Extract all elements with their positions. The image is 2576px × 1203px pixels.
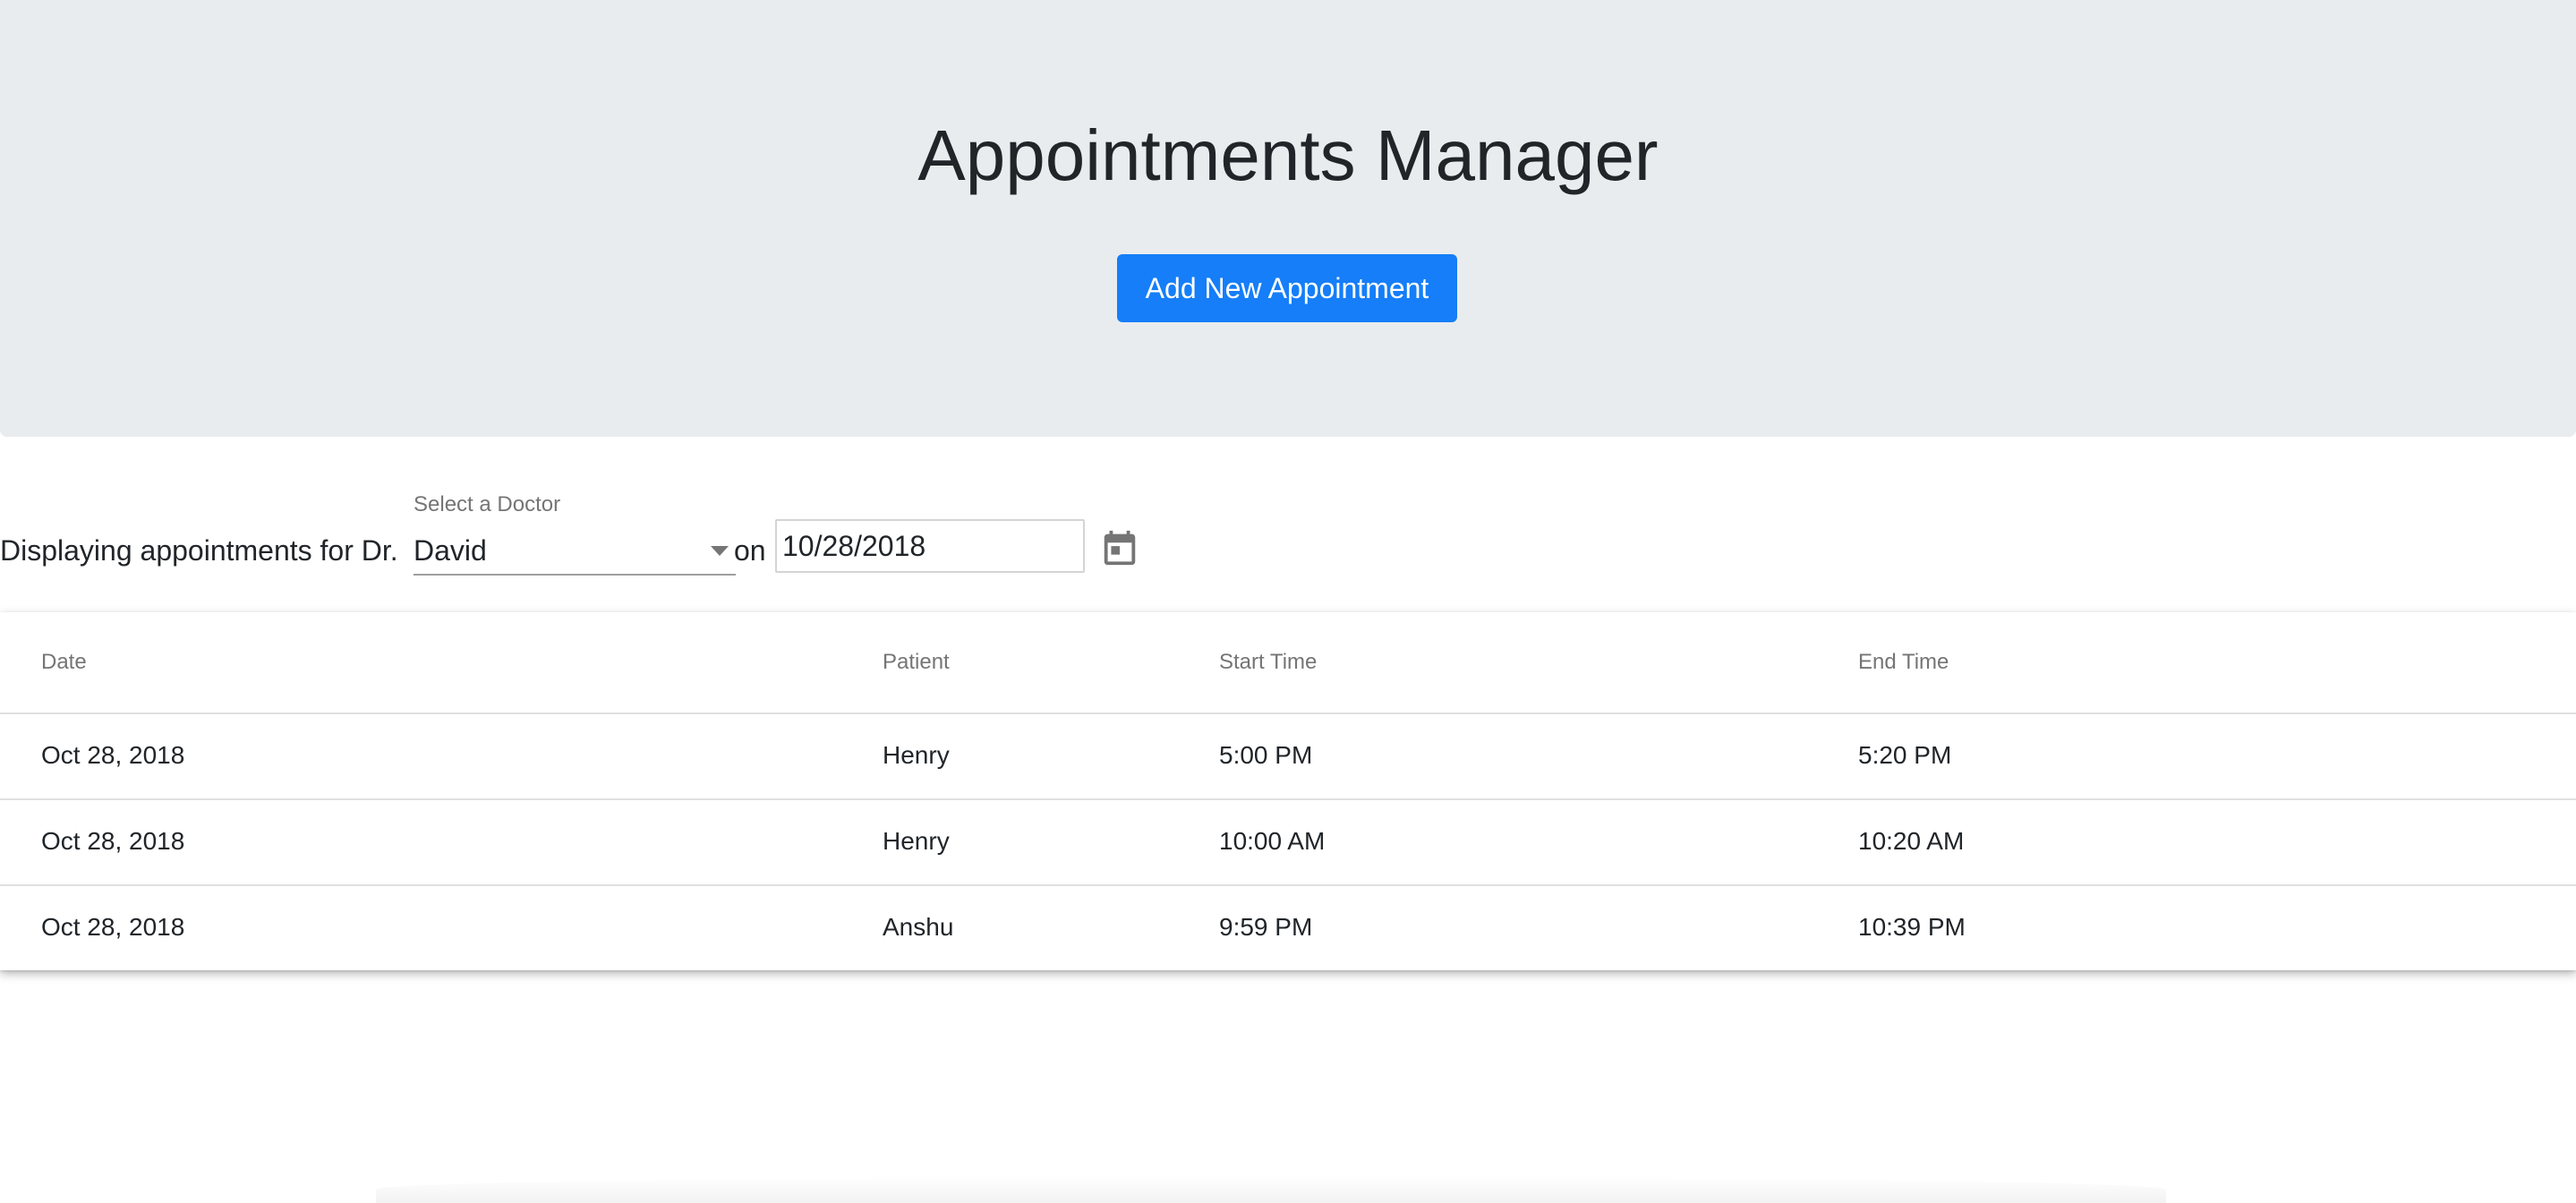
filter-prefix-text: Displaying appointments for Dr.: [0, 534, 398, 567]
cell-start-time: 9:59 PM: [1219, 913, 1313, 941]
select-underline: [414, 574, 736, 576]
column-header-start-time[interactable]: Start Time: [1219, 650, 1317, 675]
doctor-select-label: Select a Doctor: [414, 492, 561, 516]
appointment-filter: Displaying appointments for Dr. Select a…: [0, 483, 1253, 591]
column-header-patient[interactable]: Patient: [883, 650, 950, 675]
page-title: Appointments Manager: [917, 115, 1659, 195]
bottom-shadow-divider: [376, 1176, 2166, 1203]
cell-patient: Henry: [883, 741, 950, 769]
add-appointment-button[interactable]: Add New Appointment: [1117, 254, 1457, 322]
doctor-select[interactable]: Select a Doctor David: [414, 483, 736, 576]
table-row[interactable]: Oct 28, 2018 Henry 5:00 PM 5:20 PM: [0, 714, 2576, 800]
table-row[interactable]: Oct 28, 2018 Anshu 9:59 PM 10:39 PM: [0, 886, 2576, 970]
cell-date: Oct 28, 2018: [41, 827, 185, 855]
cell-patient: Henry: [883, 827, 950, 855]
cell-start-time: 5:00 PM: [1219, 741, 1313, 769]
calendar-icon: [1104, 530, 1136, 566]
hero-banner: Appointments Manager Add New Appointment: [0, 0, 2576, 437]
cell-date: Oct 28, 2018: [41, 741, 185, 769]
calendar-button[interactable]: [1099, 526, 1140, 569]
cell-patient: Anshu: [883, 913, 954, 941]
on-text: on: [734, 534, 766, 567]
date-input[interactable]: [775, 519, 1085, 573]
cell-date: Oct 28, 2018: [41, 913, 185, 941]
appointments-table: Date Patient Start Time End Time Oct 28,…: [0, 612, 2576, 970]
column-header-date[interactable]: Date: [41, 650, 87, 675]
table-row[interactable]: Oct 28, 2018 Henry 10:00 AM 10:20 AM: [0, 800, 2576, 886]
doctor-select-value[interactable]: David: [414, 528, 718, 573]
cell-end-time: 10:39 PM: [1858, 913, 1966, 941]
cell-end-time: 5:20 PM: [1858, 741, 1952, 769]
cell-start-time: 10:00 AM: [1219, 827, 1326, 855]
column-header-end-time[interactable]: End Time: [1858, 650, 1949, 675]
cell-end-time: 10:20 AM: [1858, 827, 1965, 855]
table-header-row: Date Patient Start Time End Time: [0, 612, 2576, 714]
chevron-down-icon[interactable]: [711, 546, 729, 556]
